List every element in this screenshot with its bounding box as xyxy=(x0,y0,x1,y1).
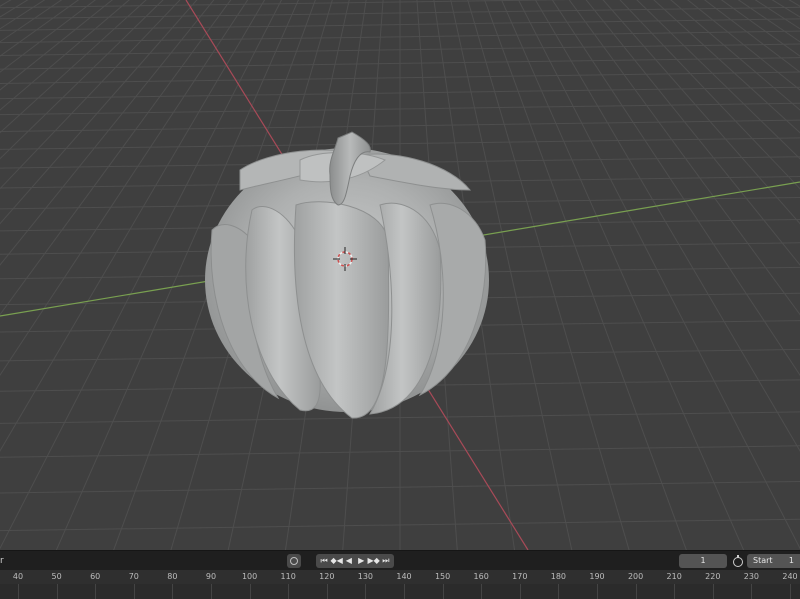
ruler-tick xyxy=(443,584,444,599)
ruler-label: 240 xyxy=(782,572,798,581)
viewport-canvas[interactable] xyxy=(0,0,800,550)
ruler-label: 80 xyxy=(167,572,178,581)
ruler-label: 90 xyxy=(205,572,217,581)
ruler-label: 50 xyxy=(51,572,62,581)
ruler-tick xyxy=(481,584,482,599)
ruler-tick xyxy=(713,584,714,599)
ruler-tick xyxy=(95,584,96,599)
timeline-mode-label[interactable]: r xyxy=(0,554,10,568)
ruler-tick xyxy=(57,584,58,599)
ruler-tick xyxy=(18,584,19,599)
ruler-tick xyxy=(288,584,289,599)
start-frame-field[interactable]: Start 1 xyxy=(747,554,800,568)
current-frame-field[interactable]: 1 xyxy=(679,554,727,568)
ruler-label: 70 xyxy=(128,572,139,581)
play-icon[interactable]: ▶ xyxy=(355,554,367,568)
ruler-label: 120 xyxy=(319,572,335,581)
ruler-label: 210 xyxy=(666,572,682,581)
jump-end-icon[interactable]: ⏭ xyxy=(380,554,392,568)
ruler-tick xyxy=(558,584,559,599)
ruler-label: 180 xyxy=(550,572,567,581)
ruler-tick xyxy=(172,584,173,599)
start-label: Start xyxy=(753,556,773,565)
stopwatch-icon[interactable] xyxy=(731,554,745,568)
3d-viewport[interactable] xyxy=(0,0,800,550)
playback-controls: ⏮ ◆◀ ◀ ▶ ▶◆ ⏭ xyxy=(316,554,394,568)
ruler-label: 140 xyxy=(396,572,412,581)
ruler-tick xyxy=(751,584,752,599)
ruler-tick xyxy=(404,584,405,599)
ruler-label: 40 xyxy=(12,572,24,581)
ruler-label: 230 xyxy=(743,572,760,581)
play-reverse-icon[interactable]: ◀ xyxy=(343,554,355,568)
ruler-tick xyxy=(211,584,212,599)
timeline-header: r ⏮ ◆◀ ◀ ▶ ▶◆ ⏭ 1 Start 1 xyxy=(0,550,800,570)
ruler-label: 150 xyxy=(434,572,451,581)
ruler-tick xyxy=(790,584,791,599)
frame-ruler[interactable]: 40 50 60 70 80 90 100 110 120 130 140 150 160 170 180 1… xyxy=(0,570,800,599)
ruler-tick xyxy=(134,584,135,599)
ruler-label: 190 xyxy=(589,572,605,581)
ruler-tick xyxy=(520,584,521,599)
ruler-label: 170 xyxy=(512,572,528,581)
ruler-tick xyxy=(674,584,675,599)
jump-start-icon[interactable]: ⏮ xyxy=(318,554,330,568)
prev-keyframe-icon[interactable]: ◆◀ xyxy=(330,554,342,568)
ruler-tick xyxy=(365,584,366,599)
ruler-tick xyxy=(597,584,598,599)
ruler-tick xyxy=(250,584,251,599)
ruler-label: 100 xyxy=(241,572,258,581)
start-value: 1 xyxy=(788,556,794,565)
ruler-label: 160 xyxy=(473,572,489,581)
ruler-label: 130 xyxy=(357,572,374,581)
next-keyframe-icon[interactable]: ▶◆ xyxy=(367,554,379,568)
ruler-label: 220 xyxy=(705,572,721,581)
ruler-tick xyxy=(327,584,328,599)
ruler-label: 60 xyxy=(90,572,101,581)
ruler-label: 110 xyxy=(280,572,296,581)
record-icon[interactable] xyxy=(287,554,301,568)
ruler-tick xyxy=(636,584,637,599)
ruler-label: 200 xyxy=(627,572,644,581)
